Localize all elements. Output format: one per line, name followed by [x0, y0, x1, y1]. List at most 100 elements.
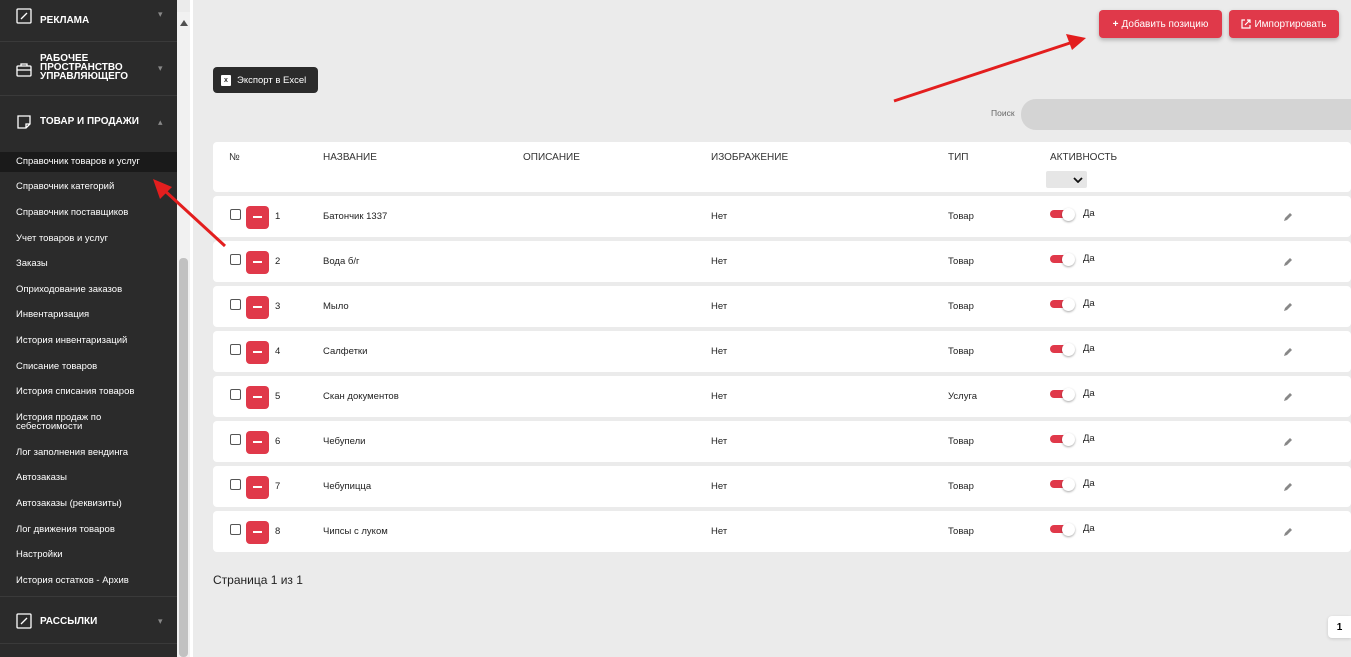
sidebar-item-inventory[interactable]: Инвентаризация [0, 310, 177, 320]
row-active: Да [1083, 478, 1095, 489]
activity-toggle[interactable] [1050, 433, 1075, 446]
activity-toggle[interactable] [1050, 298, 1075, 311]
chevron-down-icon: ▾ [158, 616, 163, 626]
sidebar-item-stock-archive[interactable]: История остатков - Архив [0, 576, 177, 586]
sidebar-item-categories[interactable]: Справочник категорий [0, 182, 177, 192]
row-name: Чипсы с луком [323, 526, 388, 537]
sidebar-item-accounting[interactable]: Учет товаров и услуг [0, 234, 177, 244]
pencil-icon[interactable] [1283, 437, 1293, 447]
row-num: 6 [275, 436, 281, 447]
excel-icon: x [221, 74, 231, 86]
pencil-icon[interactable] [1283, 392, 1293, 402]
header-num: № [229, 152, 240, 163]
table-row: 7 Чебупицца Нет Товар Да [213, 466, 1351, 507]
header-description[interactable]: ОПИСАНИЕ [523, 152, 580, 163]
row-checkbox[interactable] [230, 479, 241, 490]
sidebar-section-workspace[interactable]: РАБОЧЕЕ ПРОСТРАНСТВО УПРАВЛЯЮЩЕГО ▾ [0, 42, 177, 96]
row-checkbox[interactable] [230, 434, 241, 445]
delete-button[interactable] [246, 431, 269, 454]
row-num: 2 [275, 256, 281, 267]
row-checkbox[interactable] [230, 299, 241, 310]
export-label: Экспорт в Excel [237, 74, 307, 86]
sidebar-item-autoorders-details[interactable]: Автозаказы (реквизиты) [0, 499, 177, 509]
row-type: Товар [948, 346, 974, 357]
import-button[interactable]: Импортировать [1229, 10, 1339, 38]
delete-button[interactable] [246, 521, 269, 544]
chevron-down-icon [1073, 177, 1083, 183]
sidebar-item-inventory-history[interactable]: История инвентаризаций [0, 336, 177, 346]
sidebar-item-writeoff[interactable]: Списание товаров [0, 362, 177, 372]
activity-toggle[interactable] [1050, 388, 1075, 401]
row-checkbox[interactable] [230, 524, 241, 535]
sidebar-item-vending-log[interactable]: Лог заполнения вендинга [0, 448, 177, 458]
sidebar-section-label: РЕКЛАМА [40, 15, 90, 26]
row-num: 8 [275, 526, 281, 537]
divider [190, 0, 193, 657]
export-excel-button[interactable]: x Экспорт в Excel [213, 67, 318, 93]
table-row: 4 Салфетки Нет Товар Да [213, 331, 1351, 372]
sidebar-item-orders[interactable]: Заказы [0, 259, 177, 269]
plus-icon: + [1112, 18, 1119, 30]
delete-button[interactable] [246, 341, 269, 364]
table-row: 8 Чипсы с луком Нет Товар Да [213, 511, 1351, 552]
row-num: 5 [275, 391, 281, 402]
add-item-button[interactable]: + Добавить позицию [1099, 10, 1222, 38]
sidebar-section-mailings[interactable]: РАССЫЛКИ ▾ [0, 596, 177, 644]
pencil-icon[interactable] [1283, 527, 1293, 537]
sidebar-item-order-receipt[interactable]: Оприходование заказов [0, 285, 177, 295]
row-num: 1 [275, 211, 281, 222]
delete-button[interactable] [246, 386, 269, 409]
header-name[interactable]: НАЗВАНИЕ [323, 152, 377, 163]
row-name: Чебупицца [323, 481, 372, 492]
header-type[interactable]: ТИП [948, 152, 968, 163]
row-checkbox[interactable] [230, 344, 241, 355]
sidebar-item-goods-log[interactable]: Лог движения товаров [0, 525, 177, 535]
delete-button[interactable] [246, 206, 269, 229]
row-num: 4 [275, 346, 281, 357]
pencil-icon[interactable] [1283, 347, 1293, 357]
pencil-icon[interactable] [1283, 212, 1293, 222]
scroll-up-icon[interactable] [180, 20, 188, 26]
activity-toggle[interactable] [1050, 208, 1075, 221]
pencil-icon[interactable] [1283, 482, 1293, 492]
note-icon [17, 115, 31, 129]
header-activity[interactable]: АКТИВНОСТЬ [1050, 152, 1117, 163]
row-active: Да [1083, 343, 1095, 354]
sidebar: РЕКЛАМА ▾ РАБОЧЕЕ ПРОСТРАНСТВО УПРАВЛЯЮЩ… [0, 0, 177, 657]
sidebar-item-sales-history[interactable]: История продаж по себестоимости [0, 413, 120, 432]
row-name: Салфетки [323, 346, 368, 357]
row-type: Товар [948, 436, 974, 447]
sidebar-item-settings[interactable]: Настройки [0, 550, 177, 560]
activity-toggle[interactable] [1050, 343, 1075, 356]
activity-toggle[interactable] [1050, 253, 1075, 266]
sidebar-item-products[interactable]: Справочник товаров и услуг [0, 152, 177, 172]
delete-button[interactable] [246, 251, 269, 274]
row-checkbox[interactable] [230, 254, 241, 265]
sidebar-scrollbar-thumb[interactable] [179, 258, 188, 657]
table-row: 2 Вода б/г Нет Товар Да [213, 241, 1351, 282]
sidebar-section-goods[interactable]: ТОВАР И ПРОДАЖИ ▴ [0, 96, 177, 148]
sidebar-section-label: ТОВАР И ПРОДАЖИ [40, 116, 139, 127]
delete-button[interactable] [246, 296, 269, 319]
row-checkbox[interactable] [230, 389, 241, 400]
activity-toggle[interactable] [1050, 523, 1075, 536]
row-type: Товар [948, 526, 974, 537]
row-name: Мыло [323, 301, 349, 312]
row-image: Нет [711, 301, 728, 312]
pencil-icon[interactable] [1283, 302, 1293, 312]
row-checkbox[interactable] [230, 209, 241, 220]
sidebar-section-label: РАССЫЛКИ [40, 616, 98, 627]
sidebar-section-advertising[interactable]: РЕКЛАМА ▾ [0, 0, 177, 42]
sidebar-item-suppliers[interactable]: Справочник поставщиков [0, 208, 177, 218]
sidebar-item-writeoff-history[interactable]: История списания товаров [0, 387, 177, 397]
page-number-button[interactable]: 1 [1328, 616, 1351, 638]
activity-toggle[interactable] [1050, 478, 1075, 491]
pencil-icon[interactable] [1283, 257, 1293, 267]
row-num: 3 [275, 301, 281, 312]
activity-filter-select[interactable] [1046, 171, 1087, 188]
sidebar-item-autoorders[interactable]: Автозаказы [0, 473, 177, 483]
row-type: Товар [948, 301, 974, 312]
delete-button[interactable] [246, 476, 269, 499]
header-image[interactable]: ИЗОБРАЖЕНИЕ [711, 152, 788, 163]
search-input[interactable] [1021, 99, 1351, 130]
